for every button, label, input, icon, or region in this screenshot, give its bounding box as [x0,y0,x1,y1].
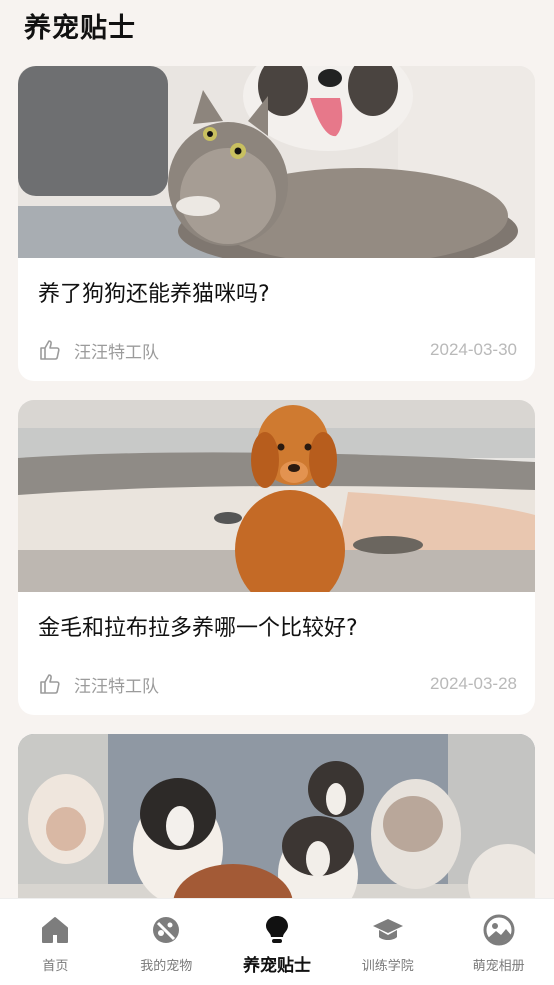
thumbs-up-icon[interactable] [38,338,62,362]
article-date: 2024-03-30 [430,340,517,359]
article-author: 汪汪特工队 [74,676,159,697]
tab-home[interactable]: 首页 [0,899,111,985]
article-title: 养了狗狗还能养猫咪吗? [38,282,270,307]
tab-label: 训练学院 [361,959,414,974]
home-icon [42,917,69,943]
tab-label: 萌宠相册 [472,959,525,974]
thumbs-up-icon[interactable] [38,672,62,696]
album-icon [483,914,515,946]
tab-training-academy[interactable]: 训练学院 [332,899,443,985]
tab-pet-tips[interactable]: 养宠贴士 [222,899,333,985]
article-card[interactable]: 金毛和拉布拉多养哪一个比较好? 汪汪特工队 2024-03-28 [18,400,535,715]
article-meta: 汪汪特工队 2024-03-30 [38,334,517,366]
tab-label: 养宠贴士 [242,956,311,976]
tab-label: 我的宠物 [140,959,193,974]
tab-pet-album[interactable]: 萌宠相册 [443,899,554,985]
article-meta: 汪汪特工队 2024-03-28 [38,668,517,700]
article-image [18,66,535,258]
lightbulb-icon [265,916,288,943]
graduation-cap-icon [372,919,403,940]
article-image [18,400,535,592]
tab-my-pets[interactable]: 我的宠物 [111,899,222,985]
article-title: 金毛和拉布拉多养哪一个比较好? [38,616,358,641]
bottom-tab-bar: 首页 我的宠物 养宠贴士 训练学院 萌宠相册 [0,898,554,985]
pet-icon [153,917,180,943]
article-card[interactable]: 养了狗狗还能养猫咪吗? 汪汪特工队 2024-03-30 [18,66,535,381]
article-date: 2024-03-28 [430,674,517,693]
article-author: 汪汪特工队 [74,342,159,363]
page-title: 养宠贴士 [24,13,136,44]
tab-label: 首页 [42,959,69,974]
